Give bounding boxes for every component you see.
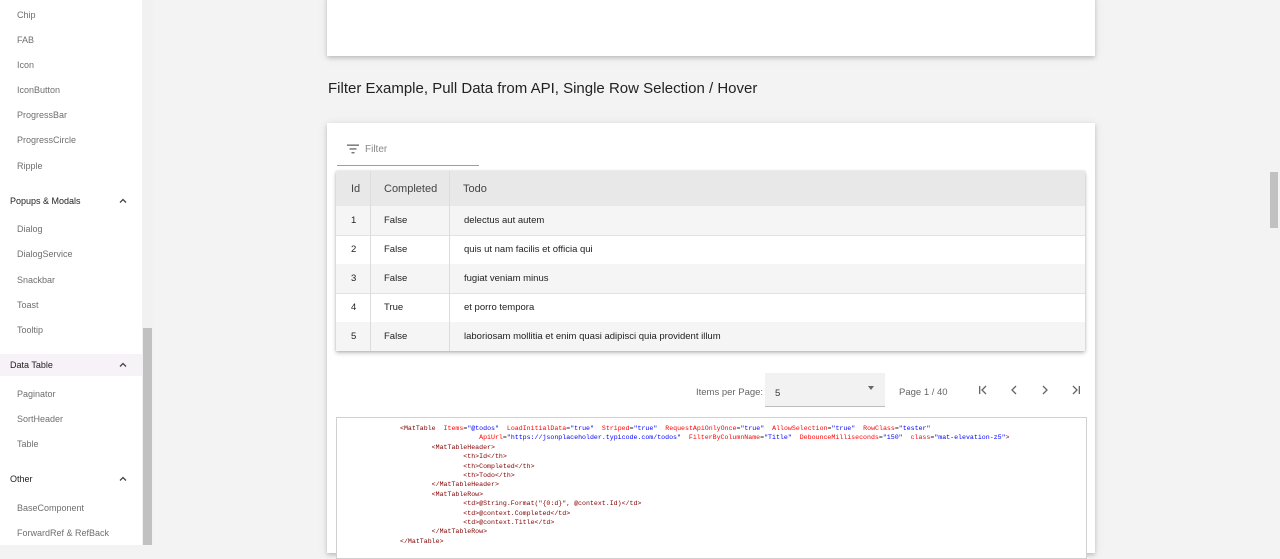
cell-id: 4 bbox=[351, 302, 357, 313]
sidebar-item-progresscircle[interactable]: ProgressCircle bbox=[17, 135, 76, 145]
sidebar-group-label: Other bbox=[10, 474, 33, 484]
items-per-page-label: Items per Page: bbox=[696, 387, 764, 398]
code-text: <MatTable Items="@todos" LoadInitialData… bbox=[400, 425, 1010, 545]
last-page-icon[interactable] bbox=[1068, 382, 1084, 398]
sidebar-item-snackbar[interactable]: Snackbar bbox=[17, 275, 55, 285]
cell-id: 2 bbox=[351, 244, 357, 255]
example-card: Filter Id Completed Todo 1 False delectu… bbox=[327, 123, 1095, 559]
sidebar-group-popups[interactable]: Popups & Modals bbox=[0, 190, 142, 212]
cell-todo: et porro tempora bbox=[464, 302, 535, 313]
sidebar-item-dialogservice[interactable]: DialogService bbox=[17, 249, 73, 259]
cell-todo: fugiat veniam minus bbox=[464, 273, 549, 284]
sidebar-item-fab[interactable]: FAB bbox=[17, 35, 34, 45]
sidebar-group-label: Popups & Modals bbox=[10, 196, 81, 206]
sidebar-item-dialog[interactable]: Dialog bbox=[17, 224, 43, 234]
sidebar-item-iconbutton[interactable]: IconButton bbox=[17, 85, 60, 95]
next-page-icon[interactable] bbox=[1037, 382, 1053, 398]
sidebar-item-icon[interactable]: Icon bbox=[17, 60, 34, 70]
sidebar-item-table[interactable]: Table bbox=[17, 439, 39, 449]
section-title: Filter Example, Pull Data from API, Sing… bbox=[328, 80, 758, 97]
cell-id: 1 bbox=[351, 215, 357, 226]
cell-completed: False bbox=[384, 215, 408, 226]
sidebar-item-ripple[interactable]: Ripple bbox=[17, 161, 43, 171]
sidebar: Chip FAB Icon IconButton ProgressBar Pro… bbox=[0, 0, 142, 545]
cell-completed: False bbox=[384, 273, 408, 284]
items-per-page-select[interactable]: 5 bbox=[765, 373, 885, 407]
page-scrollbar-thumb[interactable] bbox=[1270, 172, 1278, 228]
sidebar-item-tooltip[interactable]: Tooltip bbox=[17, 325, 43, 335]
sidebar-item-chip[interactable]: Chip bbox=[17, 10, 36, 20]
data-table: Id Completed Todo 1 False delectus aut a… bbox=[336, 171, 1085, 351]
first-page-icon[interactable] bbox=[975, 382, 991, 398]
sidebar-group-datatable[interactable]: Data Table bbox=[0, 354, 142, 376]
chevron-up-icon bbox=[119, 362, 127, 367]
sidebar-item-basecomponent[interactable]: BaseComponent bbox=[17, 503, 84, 513]
filter-field[interactable]: Filter bbox=[337, 139, 479, 166]
cell-todo: quis ut nam facilis et officia qui bbox=[464, 244, 593, 255]
chevron-up-icon bbox=[119, 476, 127, 481]
column-divider bbox=[449, 171, 450, 351]
page-indicator: Page 1 / 40 bbox=[899, 387, 948, 398]
column-header-id[interactable]: Id bbox=[351, 183, 360, 195]
cell-completed: False bbox=[384, 244, 408, 255]
sidebar-item-sortheader[interactable]: SortHeader bbox=[17, 414, 63, 424]
sidebar-item-toast[interactable]: Toast bbox=[17, 300, 39, 310]
sidebar-group-other[interactable]: Other bbox=[0, 468, 142, 490]
filter-list-icon bbox=[347, 144, 359, 154]
column-divider bbox=[370, 171, 371, 351]
column-header-todo[interactable]: Todo bbox=[463, 183, 487, 195]
column-header-completed[interactable]: Completed bbox=[384, 183, 437, 195]
sidebar-item-forwardref[interactable]: ForwardRef & RefBack bbox=[17, 528, 109, 538]
previous-example-card bbox=[327, 0, 1095, 56]
cell-id: 3 bbox=[351, 273, 357, 284]
code-sample: <MatTable Items="@todos" LoadInitialData… bbox=[336, 417, 1087, 559]
cell-id: 5 bbox=[351, 331, 357, 342]
page-scrollbar[interactable] bbox=[1268, 0, 1280, 545]
sidebar-item-paginator[interactable]: Paginator bbox=[17, 389, 56, 399]
paginator: Items per Page: 5 Page 1 / 40 bbox=[327, 373, 1095, 413]
filter-placeholder: Filter bbox=[365, 144, 388, 155]
items-per-page-value: 5 bbox=[775, 388, 781, 399]
sidebar-group-label: Data Table bbox=[10, 360, 53, 370]
cell-completed: False bbox=[384, 331, 408, 342]
sidebar-scrollbar-thumb[interactable] bbox=[143, 328, 152, 545]
cell-todo: delectus aut autem bbox=[464, 215, 545, 226]
chevron-up-icon bbox=[119, 198, 127, 203]
cell-todo: laboriosam mollitia et enim quasi adipis… bbox=[464, 331, 721, 342]
previous-page-icon[interactable] bbox=[1006, 382, 1022, 398]
dropdown-arrow-icon bbox=[868, 386, 874, 390]
sidebar-item-progressbar[interactable]: ProgressBar bbox=[17, 110, 67, 120]
sidebar-scrollbar[interactable] bbox=[142, 0, 153, 545]
cell-completed: True bbox=[384, 302, 404, 313]
